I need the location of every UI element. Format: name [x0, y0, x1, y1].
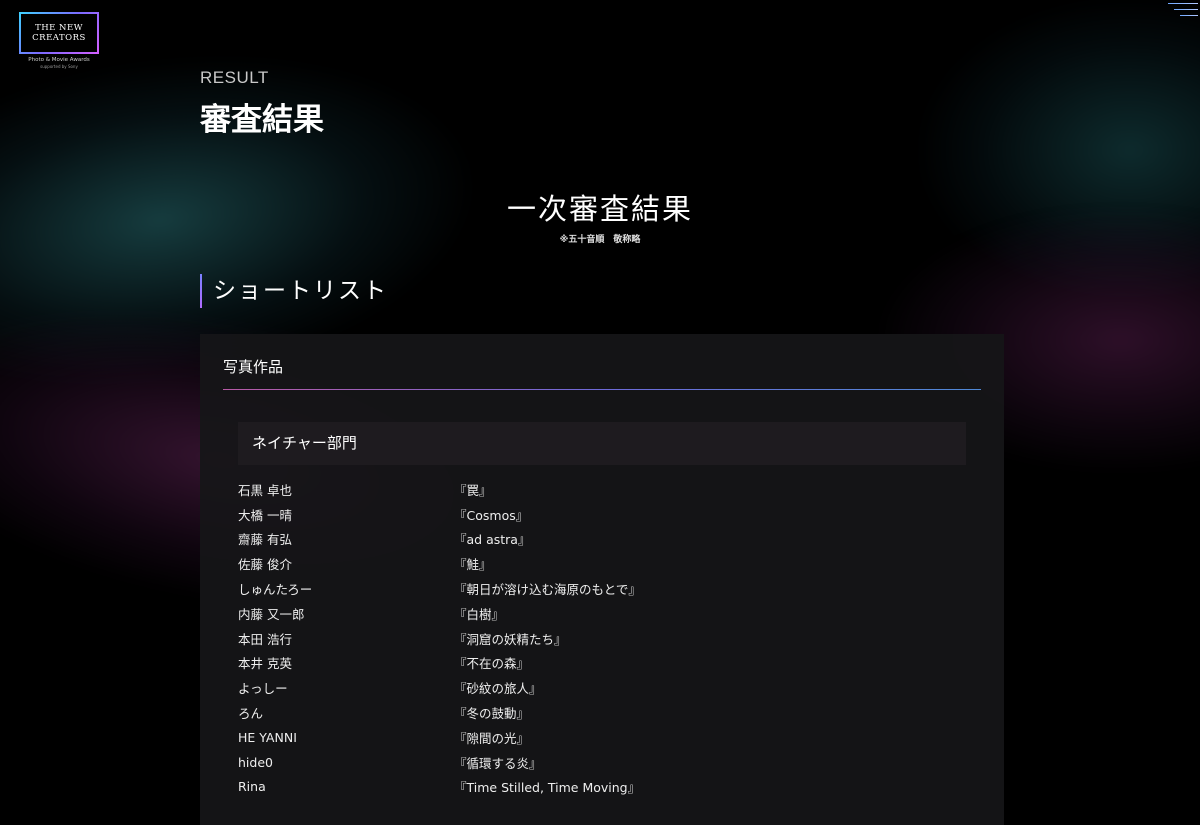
logo-frame: THE NEW CREATORS	[19, 12, 99, 54]
glow-right-teal	[920, 0, 1200, 300]
list-item: 大橋 一晴 『Cosmos』	[238, 502, 966, 527]
site-logo[interactable]: THE NEW CREATORS Photo & Movie Awards su…	[16, 12, 102, 69]
page-eyebrow: RESULT	[200, 68, 269, 87]
section-note: ※五十音順 敬称略	[559, 235, 641, 245]
entrant-name: HE YANNI	[238, 729, 297, 745]
work-title: 『Time Stilled, Time Moving』	[454, 780, 641, 796]
page: THE NEW CREATORS Photo & Movie Awards su…	[0, 0, 1200, 825]
entrant-name: ろん	[238, 706, 264, 722]
entrant-name: しゅんたろー	[238, 582, 313, 598]
logo-text: THE NEW CREATORS	[32, 23, 86, 43]
list-item: しゅんたろー 『朝日が溶け込む海原のもとで』	[238, 576, 966, 601]
list-item: よっしー 『砂紋の旅人』	[238, 675, 966, 700]
entrant-name: hide0	[238, 754, 273, 770]
work-title: 『循環する炎』	[454, 755, 542, 771]
work-title: 『不在の森』	[454, 656, 530, 672]
work-title: 『鮭』	[454, 557, 492, 573]
work-title: 『冬の鼓動』	[454, 706, 530, 722]
entrant-name: よっしー	[238, 681, 288, 697]
entrant-name: 内藤 又一郎	[238, 606, 305, 622]
work-title: 『白樹』	[454, 606, 505, 622]
list-item: Rina 『Time Stilled, Time Moving』	[238, 775, 966, 800]
list-item: 内藤 又一郎 『白樹』	[238, 601, 966, 626]
list-item: 本田 浩行 『洞窟の妖精たち』	[238, 626, 966, 651]
logo-subtitle: Photo & Movie Awards	[28, 57, 90, 63]
work-title: 『洞窟の妖精たち』	[454, 631, 567, 647]
results-card: 写真作品 ネイチャー部門 石黒 卓也 『罠』 大橋 一晴 『Cosmos』 齋藤 有弘『…	[200, 334, 1004, 825]
logo-supported-by: supported by Sony	[40, 64, 78, 69]
hamburger-menu-icon[interactable]	[1164, 0, 1200, 18]
work-title: 『隙間の光』	[454, 730, 530, 746]
work-title: 『朝日が溶け込む海原のもとで』	[454, 582, 641, 598]
work-title: 『ad astra』	[454, 532, 531, 548]
shortlist-heading: ショートリスト	[200, 274, 388, 308]
entrant-name: 本田 浩行	[238, 631, 292, 647]
card-title: 写真作品	[223, 358, 284, 376]
entrant-name: 石黒 卓也	[238, 482, 292, 498]
work-title: 『罠』	[454, 482, 492, 498]
entry-list: 石黒 卓也 『罠』大橋 一晴 『Cosmos』齋藤 有弘 『ad astra』佐藤 俊…	[238, 477, 966, 799]
entrant-name: 佐藤 俊介	[238, 557, 292, 573]
menu-line	[1180, 15, 1198, 16]
page-title: 審査結果	[200, 102, 324, 138]
entrant-name: 大橋 一晴	[238, 507, 292, 523]
work-title: 『砂紋の旅人』	[454, 681, 542, 697]
section-title: 一次審査結果	[506, 192, 693, 226]
menu-line	[1168, 3, 1198, 4]
entrant-name: 齋藤 有弘	[238, 532, 292, 548]
list-item: ろん 『冬の鼓動』	[238, 700, 966, 725]
category-header: ネイチャー部門	[238, 422, 966, 465]
menu-line	[1174, 9, 1198, 10]
list-item: 佐藤 俊介 『鮭』	[238, 551, 966, 576]
work-title: 『Cosmos』	[454, 507, 529, 523]
card-divider	[223, 389, 981, 390]
entrant-name: 本井 克英	[238, 656, 292, 672]
list-item: 本井 克英 『不在の森』	[238, 651, 966, 676]
list-item: hide0 『循環する炎』	[238, 750, 966, 775]
list-item: HE YANNI 『隙間の光』	[238, 725, 966, 750]
entrant-name: Rina	[238, 779, 266, 795]
list-item: 石黒 卓也 『罠』	[238, 477, 966, 502]
list-item: 齋藤 有弘 『ad astra』	[238, 527, 966, 552]
